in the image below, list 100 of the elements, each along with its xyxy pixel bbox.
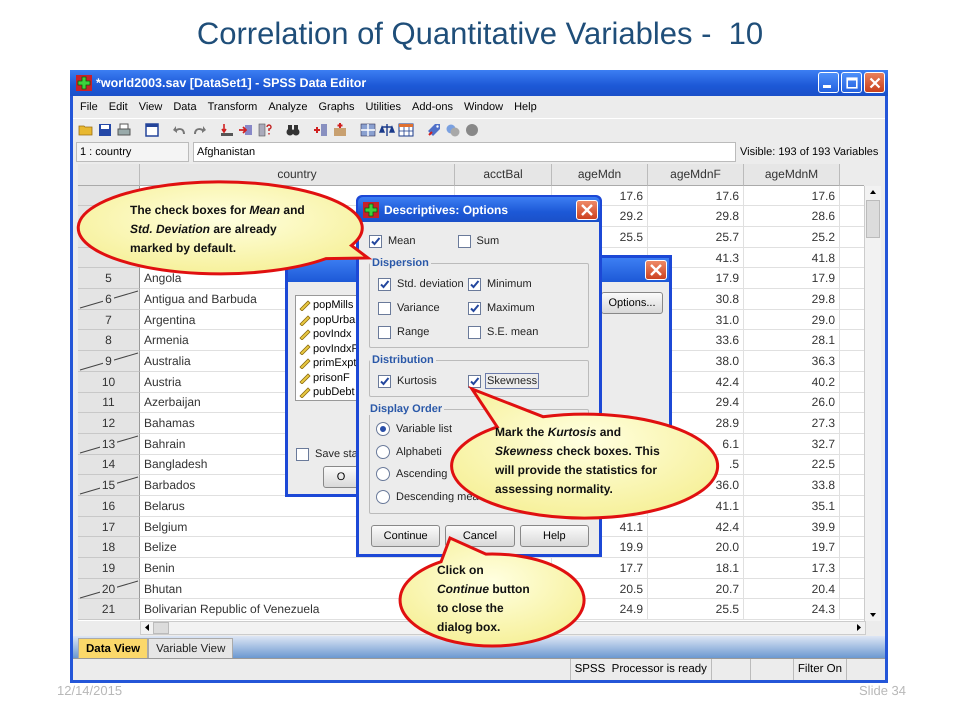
list-item[interactable]: povIndx <box>313 328 352 340</box>
table-cell: 22.5 <box>744 454 840 476</box>
ruler-icon <box>299 357 311 370</box>
checkbox[interactable]: Skewness <box>468 373 580 389</box>
insert-column-icon[interactable] <box>332 122 348 138</box>
table-cell: 28.6 <box>744 206 840 228</box>
table-cell: 20.4 <box>744 578 840 600</box>
row-number[interactable]: 6 <box>103 292 114 306</box>
row-header[interactable]: 11 <box>78 392 140 414</box>
column-header[interactable]: ageMdn <box>552 164 648 186</box>
variable-icon[interactable] <box>257 122 273 138</box>
view-tab[interactable]: Variable View <box>148 638 234 658</box>
radio-dot <box>380 426 386 432</box>
ruler-icon <box>299 342 311 355</box>
menu-item[interactable]: Analyze <box>268 100 308 113</box>
checkbox[interactable]: Sum <box>458 233 502 249</box>
row-number[interactable]: 16 <box>100 498 118 513</box>
row-header[interactable]: 14 <box>78 454 140 476</box>
column-header[interactable]: ageMdnF <box>648 164 744 186</box>
checkbox[interactable]: S.E. mean <box>468 324 580 340</box>
row-header[interactable]: 20 <box>78 578 140 600</box>
close-button[interactable] <box>645 260 667 280</box>
row-number[interactable]: 9 <box>103 354 114 368</box>
row-header[interactable]: 16 <box>78 496 140 517</box>
tag-icon[interactable] <box>426 122 442 138</box>
row-number[interactable]: 5 <box>103 271 114 286</box>
row-number[interactable]: 19 <box>100 560 118 575</box>
menu-item[interactable]: Data <box>173 100 197 113</box>
checkmark-icon <box>469 376 480 386</box>
status-text: SPSS Processor is ready <box>570 659 711 680</box>
row-number[interactable]: 13 <box>100 436 118 451</box>
row-number[interactable]: 20 <box>100 582 118 596</box>
menu-item[interactable]: Help <box>514 100 537 113</box>
scale-icon[interactable] <box>379 122 395 138</box>
checkbox[interactable]: Maximum <box>468 300 580 316</box>
row-header[interactable]: 18 <box>78 537 140 558</box>
table-icon[interactable] <box>144 122 160 138</box>
list-item[interactable]: prisonF <box>313 372 350 384</box>
ruler-icon <box>299 372 311 384</box>
menu-item[interactable]: Graphs <box>318 100 355 113</box>
checkbox[interactable]: Minimum <box>468 276 580 292</box>
row-header[interactable]: 7 <box>78 310 140 330</box>
cell-reference: 1 : country <box>76 142 189 162</box>
circle-icon[interactable] <box>464 122 480 138</box>
checkmark-icon <box>379 376 390 386</box>
close-button[interactable] <box>576 200 598 220</box>
row-number[interactable]: 17 <box>100 520 118 534</box>
list-item[interactable]: popUrba <box>313 314 356 326</box>
menu-item[interactable]: View <box>138 100 162 113</box>
menu-item[interactable]: Edit <box>108 100 128 113</box>
group-title: Dispersion <box>371 257 430 269</box>
checkmark-icon <box>379 278 390 290</box>
row-header[interactable]: 12 <box>78 413 140 434</box>
row-number[interactable]: 18 <box>100 540 118 554</box>
dialog-button[interactable]: Continue <box>371 525 440 547</box>
row-header[interactable]: 13 <box>78 434 140 455</box>
maximize-button[interactable] <box>841 72 862 94</box>
dialog-title: Descriptives: Options <box>384 202 510 216</box>
column-header[interactable]: country <box>140 164 455 186</box>
insert-row-icon[interactable] <box>313 122 329 138</box>
printer-icon[interactable] <box>116 122 132 138</box>
dialog-button[interactable]: Cancel <box>445 525 515 547</box>
list-item[interactable]: primExpt <box>313 357 356 370</box>
ok-button[interactable]: O <box>323 466 359 488</box>
row-header[interactable]: 15 <box>78 475 140 496</box>
row-number[interactable]: 7 <box>103 312 114 327</box>
scroll-thumb[interactable] <box>153 622 169 634</box>
menu-item[interactable]: Transform <box>208 100 258 113</box>
app-icon <box>76 74 92 91</box>
checkbox[interactable]: Mean <box>369 233 418 249</box>
close-button[interactable] <box>864 72 885 94</box>
menu-item[interactable]: Window <box>464 100 504 113</box>
table-cell: 29.8 <box>744 289 840 310</box>
vertical-scrollbar[interactable] <box>864 186 881 621</box>
options-button[interactable]: Options... <box>601 292 663 314</box>
menu-item[interactable]: Add-ons <box>412 100 453 113</box>
row-header[interactable]: 9 <box>78 351 140 372</box>
cell-value-field[interactable]: Afghanistan <box>193 142 736 162</box>
row-number[interactable]: 8 <box>103 333 114 348</box>
row-header[interactable]: 19 <box>78 558 140 579</box>
menu-item[interactable]: File <box>80 100 98 113</box>
row-header[interactable]: 17 <box>78 516 140 538</box>
menu-item[interactable]: Utilities <box>366 100 401 113</box>
row-header[interactable]: 5 <box>78 268 140 290</box>
row-number[interactable]: 15 <box>100 478 118 492</box>
minimize-button[interactable] <box>818 72 839 94</box>
split-icon[interactable] <box>360 122 376 138</box>
row-header[interactable]: 6 <box>78 289 140 310</box>
dialog-button[interactable]: Help <box>520 525 589 547</box>
row-header[interactable]: 10 <box>78 372 140 393</box>
list-item[interactable]: popMills <box>313 299 354 312</box>
goto-case-icon[interactable] <box>219 122 235 138</box>
column-header[interactable]: acctBal <box>455 164 552 186</box>
row-header[interactable]: 8 <box>78 330 140 352</box>
scroll-thumb[interactable] <box>866 200 880 238</box>
row-header[interactable]: 21 <box>78 599 140 620</box>
column-header[interactable]: ageMdnM <box>744 164 840 186</box>
row-number[interactable]: 10 <box>100 374 118 389</box>
view-tab[interactable]: Data View <box>78 638 148 658</box>
value-table-icon[interactable] <box>398 122 414 138</box>
